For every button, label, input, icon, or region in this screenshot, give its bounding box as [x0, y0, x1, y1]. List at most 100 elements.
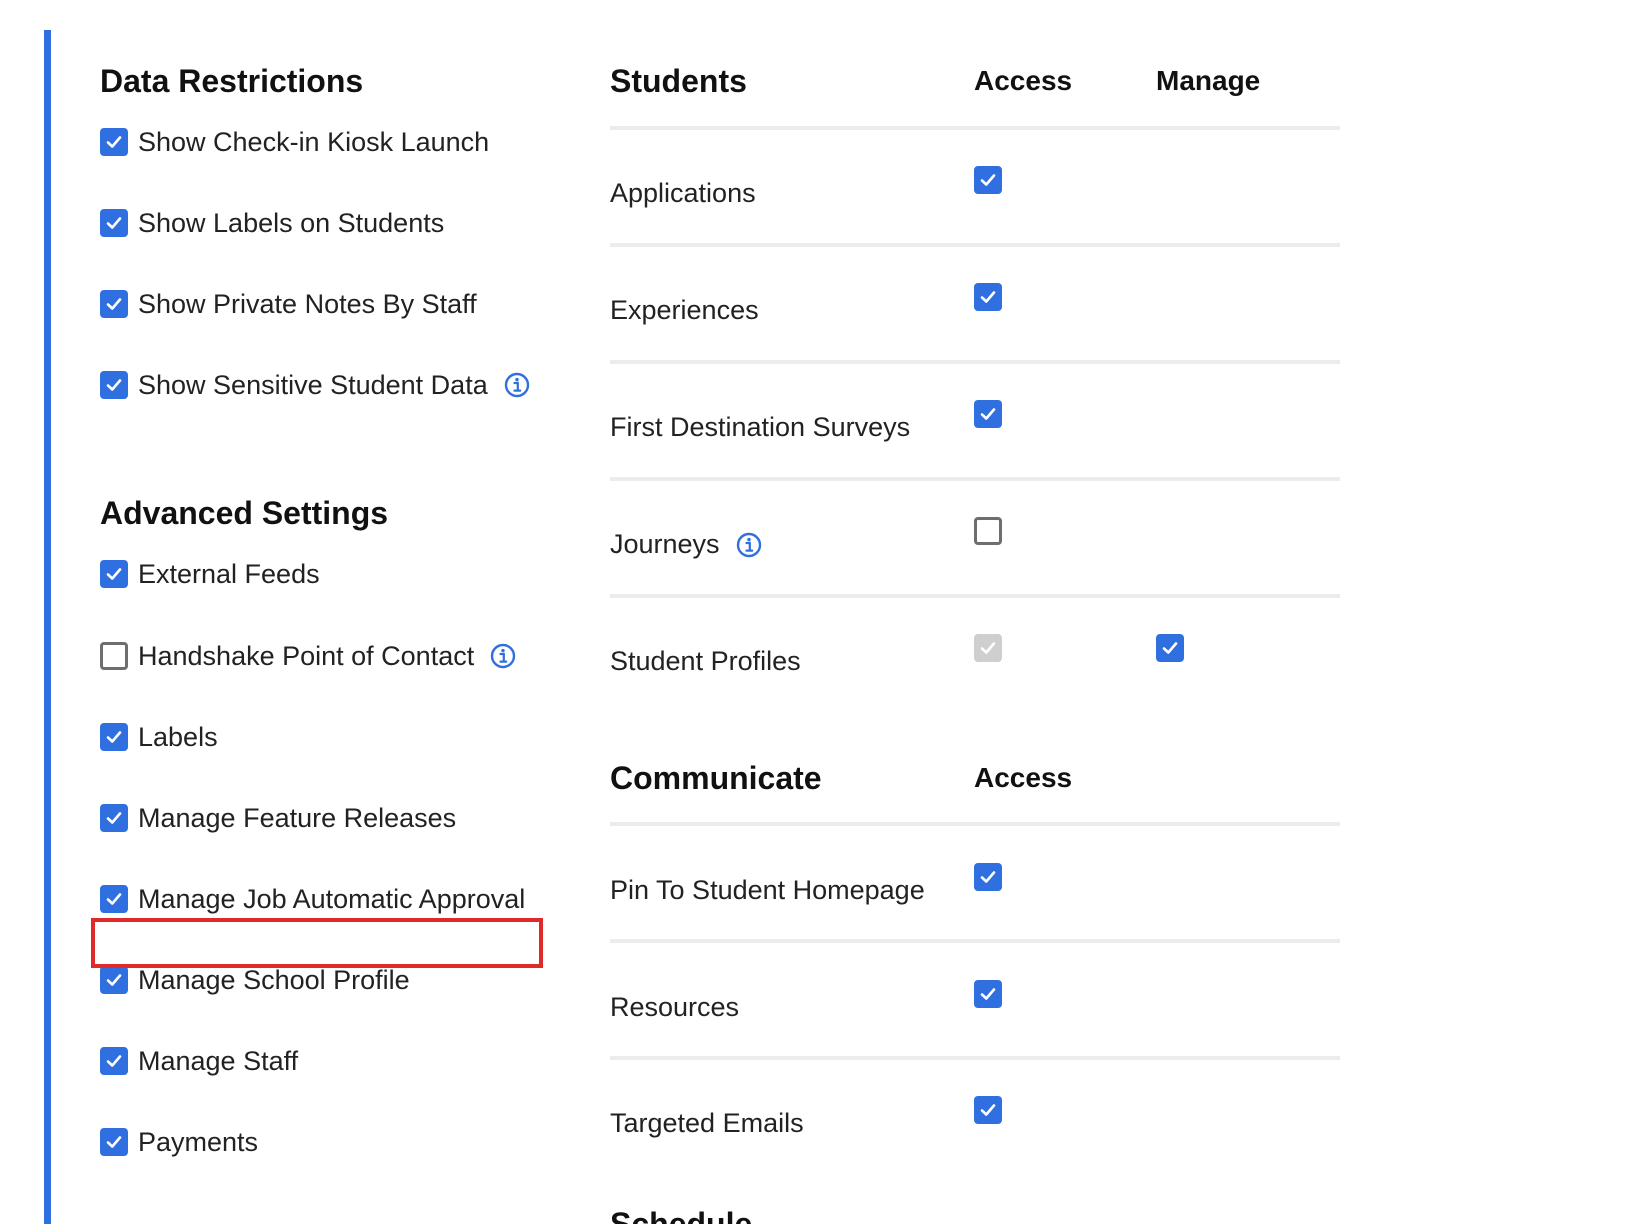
students-row-experiences: Experiences: [610, 283, 1340, 343]
checkmark-icon: [980, 408, 996, 420]
option-label: Manage School Profile: [138, 964, 410, 995]
checkmark-icon: [980, 1104, 996, 1116]
manage-checkbox[interactable]: [1156, 634, 1184, 662]
students-title: Students: [610, 63, 747, 99]
checkbox[interactable]: [100, 209, 128, 237]
communicate-title: Communicate: [610, 760, 822, 796]
access-checkbox[interactable]: [974, 283, 1002, 311]
option-label: Handshake Point of Contact: [138, 640, 475, 671]
option-label: Labels: [138, 721, 218, 752]
info-icon[interactable]: [490, 643, 516, 669]
row-label: Resources: [610, 992, 740, 1022]
checkbox[interactable]: [100, 371, 128, 399]
students-row-student-profiles: Student Profiles: [610, 634, 1340, 694]
checkmark-icon: [106, 1055, 122, 1067]
access-checkbox[interactable]: [974, 517, 1002, 545]
checkbox[interactable]: [100, 560, 128, 588]
row-label: Pin To Student Homepage: [610, 875, 925, 905]
checkmark-icon: [980, 871, 996, 883]
option-manage-job-automatic-approval[interactable]: Manage Job Automatic Approval: [100, 879, 525, 919]
checkmark-icon: [106, 298, 122, 310]
checkmark-icon: [980, 291, 996, 303]
students-manage-column-header: Manage: [1156, 65, 1261, 96]
checkbox[interactable]: [100, 642, 128, 670]
row-label: First Destination Surveys: [610, 412, 911, 442]
schedule-title: Schedule: [610, 1206, 753, 1224]
access-checkbox-disabled: [974, 634, 1002, 662]
left-accent-bar: [44, 30, 51, 1224]
communicate-access-column-header: Access: [974, 762, 1073, 793]
divider: [610, 243, 1340, 247]
option-label: Payments: [138, 1126, 259, 1157]
option-show-private-notes-by-staff[interactable]: Show Private Notes By Staff: [100, 284, 477, 324]
option-label: Show Labels on Students: [138, 207, 445, 238]
checkmark-icon: [106, 974, 122, 986]
option-label: Show Sensitive Student Data: [138, 369, 488, 400]
row-label: Targeted Emails: [610, 1108, 804, 1138]
checkbox[interactable]: [100, 1047, 128, 1075]
info-icon[interactable]: [504, 372, 530, 398]
checkmark-icon: [106, 136, 122, 148]
checkbox[interactable]: [100, 885, 128, 913]
checkbox[interactable]: [100, 128, 128, 156]
divider: [610, 477, 1340, 481]
option-label: Show Private Notes By Staff: [138, 288, 477, 319]
option-label: External Feeds: [138, 558, 320, 589]
checkbox[interactable]: [100, 723, 128, 751]
row-label: Student Profiles: [610, 646, 801, 676]
checkbox[interactable]: [100, 290, 128, 318]
access-checkbox[interactable]: [974, 1096, 1002, 1124]
students-table-header: Students Access Manage: [610, 63, 1340, 113]
option-label: Manage Staff: [138, 1045, 299, 1076]
option-show-check-in-kiosk-launch[interactable]: Show Check-in Kiosk Launch: [100, 122, 489, 162]
settings-page: Data Restrictions Show Check-in Kiosk La…: [0, 0, 1644, 1224]
divider: [610, 360, 1340, 364]
divider: [610, 594, 1340, 598]
option-label: Manage Feature Releases: [138, 802, 457, 833]
students-row-journeys: Journeys: [610, 517, 1340, 577]
checkmark-icon: [106, 1136, 122, 1148]
data-restrictions-title: Data Restrictions: [100, 63, 364, 99]
checkmark-icon: [106, 731, 122, 743]
communicate-row-pin-to-student-homepage: Pin To Student Homepage: [610, 863, 1340, 923]
checkmark-icon: [980, 642, 996, 654]
checkmark-icon: [980, 988, 996, 1000]
option-show-labels-on-students[interactable]: Show Labels on Students: [100, 203, 444, 243]
checkbox[interactable]: [100, 1128, 128, 1156]
option-payments[interactable]: Payments: [100, 1122, 258, 1162]
access-checkbox[interactable]: [974, 400, 1002, 428]
info-icon[interactable]: [736, 532, 762, 558]
checkbox[interactable]: [100, 804, 128, 832]
divider: [610, 822, 1340, 826]
checkmark-icon: [106, 379, 122, 391]
checkmark-icon: [106, 568, 122, 580]
row-label: Experiences: [610, 295, 759, 325]
option-show-sensitive-student-data[interactable]: Show Sensitive Student Data: [100, 365, 530, 405]
row-label: Journeys: [610, 529, 762, 560]
option-label: Manage Job Automatic Approval: [138, 883, 526, 914]
option-label: Show Check-in Kiosk Launch: [138, 126, 490, 157]
row-label: Applications: [610, 178, 756, 208]
option-handshake-point-of-contact[interactable]: Handshake Point of Contact: [100, 636, 516, 676]
access-checkbox[interactable]: [974, 166, 1002, 194]
communicate-table-header: Communicate Access: [610, 760, 1340, 810]
option-external-feeds[interactable]: External Feeds: [100, 554, 320, 594]
row-label-text: Journeys: [610, 529, 720, 559]
checkmark-icon: [106, 893, 122, 905]
option-manage-staff[interactable]: Manage Staff: [100, 1041, 298, 1081]
checkbox[interactable]: [100, 966, 128, 994]
option-labels[interactable]: Labels: [100, 717, 218, 757]
divider: [610, 1056, 1340, 1060]
access-checkbox[interactable]: [974, 980, 1002, 1008]
checkmark-icon: [106, 217, 122, 229]
checkmark-icon: [1162, 642, 1178, 654]
access-checkbox[interactable]: [974, 863, 1002, 891]
communicate-row-targeted-emails: Targeted Emails: [610, 1096, 1340, 1156]
communicate-row-resources: Resources: [610, 980, 1340, 1040]
students-row-applications: Applications: [610, 166, 1340, 226]
students-row-first-destination-surveys: First Destination Surveys: [610, 400, 1340, 460]
checkmark-icon: [106, 812, 122, 824]
divider: [610, 939, 1340, 943]
option-manage-feature-releases[interactable]: Manage Feature Releases: [100, 798, 456, 838]
students-access-column-header: Access: [974, 65, 1073, 96]
